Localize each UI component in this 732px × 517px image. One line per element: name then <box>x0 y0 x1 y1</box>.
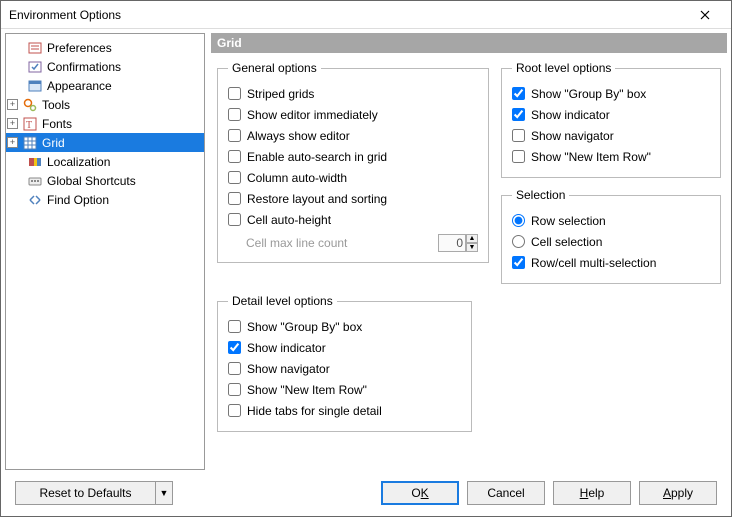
cell-max-input[interactable] <box>438 234 466 252</box>
tree-item-preferences[interactable]: Preferences <box>6 38 204 57</box>
cell-max-spinner[interactable]: ▲ ▼ <box>466 234 478 252</box>
close-icon <box>700 10 710 20</box>
shortcuts-icon <box>27 173 43 189</box>
chk-column-auto-width[interactable]: Column auto-width <box>228 167 478 188</box>
chk-detail-groupby[interactable]: Show "Group By" box <box>228 316 461 337</box>
help-button[interactable]: Help <box>553 481 631 505</box>
chk-detail-indicator[interactable]: Show indicator <box>228 337 461 358</box>
cancel-button[interactable]: Cancel <box>467 481 545 505</box>
tree-item-grid[interactable]: + Grid <box>6 133 204 152</box>
chk-root-indicator[interactable]: Show indicator <box>512 104 710 125</box>
expander-none <box>12 42 23 53</box>
chk-detail-newitem[interactable]: Show "New Item Row" <box>228 379 461 400</box>
spin-up-icon[interactable]: ▲ <box>466 234 478 243</box>
window-title: Environment Options <box>9 8 121 22</box>
reset-dropdown-button[interactable]: ▼ <box>155 481 173 505</box>
selection-legend: Selection <box>512 188 569 202</box>
localization-icon <box>27 154 43 170</box>
chevron-down-icon: ▼ <box>160 488 169 498</box>
cell-max-line-count-row: Cell max line count ▲ ▼ <box>228 234 478 252</box>
tree-item-find-option[interactable]: Find Option <box>6 190 204 209</box>
selection-group: Selection Row selection Cell selection R… <box>501 188 721 284</box>
chk-restore-layout[interactable]: Restore layout and sorting <box>228 188 478 209</box>
chk-root-newitem[interactable]: Show "New Item Row" <box>512 146 710 167</box>
tree-label: Grid <box>42 136 65 150</box>
tree-item-global-shortcuts[interactable]: Global Shortcuts <box>6 171 204 190</box>
expander-none <box>12 156 23 167</box>
detail-legend: Detail level options <box>228 294 337 308</box>
svg-text:T: T <box>26 120 32 131</box>
titlebar: Environment Options <box>1 1 731 29</box>
tree-label: Find Option <box>47 193 109 207</box>
tools-icon <box>22 97 38 113</box>
chk-detail-navigator[interactable]: Show navigator <box>228 358 461 379</box>
radio-cell-selection[interactable]: Cell selection <box>512 231 710 252</box>
close-button[interactable] <box>685 5 725 25</box>
environment-options-dialog: Environment Options Preferences Confirma… <box>0 0 732 517</box>
tree-item-confirmations[interactable]: Confirmations <box>6 57 204 76</box>
confirmations-icon <box>27 59 43 75</box>
tree-label: Confirmations <box>47 60 121 74</box>
ok-button[interactable]: OK <box>381 481 459 505</box>
pane-title: Grid <box>211 33 727 53</box>
chk-enable-auto-search[interactable]: Enable auto-search in grid <box>228 146 478 167</box>
chk-detail-hidetabs[interactable]: Hide tabs for single detail <box>228 400 461 421</box>
tree-label: Global Shortcuts <box>47 174 136 188</box>
appearance-icon <box>27 78 43 94</box>
chk-always-show-editor[interactable]: Always show editor <box>228 125 478 146</box>
detail-level-options-group: Detail level options Show "Group By" box… <box>217 294 472 432</box>
tree-label: Appearance <box>47 79 112 93</box>
chk-striped-grids[interactable]: Striped grids <box>228 83 478 104</box>
cell-max-label: Cell max line count <box>246 236 347 250</box>
root-legend: Root level options <box>512 61 615 75</box>
chk-show-editor-immediately[interactable]: Show editor immediately <box>228 104 478 125</box>
content-area: Preferences Confirmations Appearance + T… <box>1 29 731 470</box>
tree-label: Preferences <box>47 41 112 55</box>
tree-item-appearance[interactable]: Appearance <box>6 76 204 95</box>
chk-cell-auto-height[interactable]: Cell auto-height <box>228 209 478 230</box>
options-tree[interactable]: Preferences Confirmations Appearance + T… <box>5 33 205 470</box>
tree-label: Tools <box>42 98 70 112</box>
expander-icon[interactable]: + <box>7 137 18 148</box>
chk-root-navigator[interactable]: Show navigator <box>512 125 710 146</box>
tree-item-tools[interactable]: + Tools <box>6 95 204 114</box>
expander-none <box>12 80 23 91</box>
chk-root-groupby[interactable]: Show "Group By" box <box>512 83 710 104</box>
general-options-group: General options Striped grids Show edito… <box>217 61 489 263</box>
root-level-options-group: Root level options Show "Group By" box S… <box>501 61 721 178</box>
reset-to-defaults-button[interactable]: Reset to Defaults <box>15 481 155 505</box>
preferences-icon <box>27 40 43 56</box>
apply-button[interactable]: Apply <box>639 481 717 505</box>
expander-icon[interactable]: + <box>7 99 18 110</box>
spin-down-icon[interactable]: ▼ <box>466 243 478 252</box>
expander-icon[interactable]: + <box>7 118 18 129</box>
fonts-icon: T <box>22 116 38 132</box>
tree-label: Fonts <box>42 117 72 131</box>
grid-icon <box>22 135 38 151</box>
chk-multi-selection[interactable]: Row/cell multi-selection <box>512 252 710 273</box>
radio-row-selection[interactable]: Row selection <box>512 210 710 231</box>
pane-body: General options Striped grids Show edito… <box>211 53 727 470</box>
expander-none <box>12 61 23 72</box>
tree-label: Localization <box>47 155 110 169</box>
expander-none <box>12 194 23 205</box>
find-icon <box>27 192 43 208</box>
tree-item-fonts[interactable]: + T Fonts <box>6 114 204 133</box>
general-legend: General options <box>228 61 321 75</box>
tree-item-localization[interactable]: Localization <box>6 152 204 171</box>
settings-pane: Grid General options Striped grids Show … <box>211 33 727 470</box>
expander-none <box>12 175 23 186</box>
footer: Reset to Defaults ▼ OK Cancel Help Apply <box>1 470 731 516</box>
